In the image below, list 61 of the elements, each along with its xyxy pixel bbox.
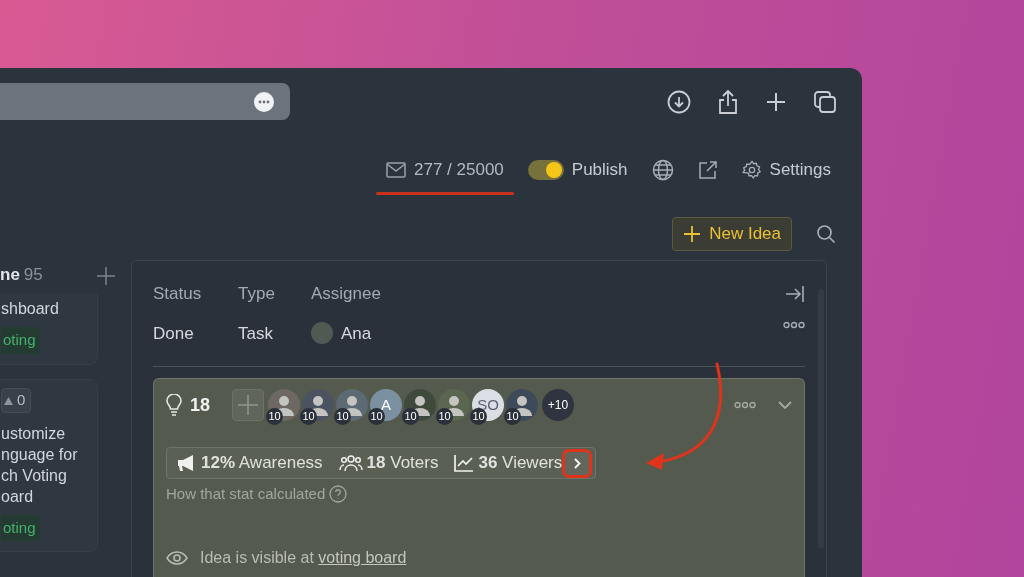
upvote-icon xyxy=(4,396,13,405)
eye-icon xyxy=(166,550,188,565)
vote-badge: 10 xyxy=(436,408,454,425)
lightbulb-icon xyxy=(166,394,182,416)
tabs-icon[interactable] xyxy=(813,89,837,114)
vote-badge: 10 xyxy=(266,408,284,425)
stat-text: 36 Viewers xyxy=(478,452,563,475)
more-icon[interactable] xyxy=(254,91,274,112)
search-icon[interactable] xyxy=(816,224,836,244)
field-label: Status xyxy=(153,283,203,305)
column-count: 95 xyxy=(23,264,43,287)
field-value[interactable]: Ana xyxy=(341,320,372,346)
download-icon[interactable] xyxy=(667,89,691,114)
settings-button[interactable]: Settings xyxy=(741,157,831,183)
new-idea-button[interactable]: New Idea xyxy=(672,217,792,251)
card-title: ustomize nguage for ch Voting oard xyxy=(1,423,79,507)
vote-badge: 10 xyxy=(300,408,318,425)
stat-text: 12% Awareness xyxy=(201,452,323,475)
add-column-icon[interactable] xyxy=(97,267,115,285)
vote-badge: 10 xyxy=(334,408,352,425)
publish-toggle[interactable] xyxy=(527,160,564,180)
status-tag: oting xyxy=(1,327,40,354)
voting-board-link[interactable]: voting board xyxy=(318,548,407,566)
chevron-down-icon[interactable] xyxy=(778,401,792,409)
address-bar[interactable] xyxy=(0,83,290,120)
more-icon[interactable] xyxy=(783,321,805,329)
chart-icon xyxy=(454,454,475,472)
plus-icon xyxy=(238,395,259,415)
gear-icon xyxy=(741,160,762,180)
card-title: shboard xyxy=(1,299,60,319)
visibility-text: Idea is visible at voting board xyxy=(200,547,407,568)
collapse-panel-icon[interactable] xyxy=(785,285,805,303)
stat-text: 18 Voters xyxy=(366,452,439,475)
more-voters-badge[interactable]: +10 xyxy=(542,389,575,421)
vote-counter[interactable]: 0 xyxy=(1,388,32,413)
email-counter: 277 / 25000 xyxy=(414,159,504,182)
field-label: Type xyxy=(238,283,276,305)
field-label: Assignee xyxy=(311,283,382,305)
help-icon[interactable] xyxy=(329,485,348,504)
status-tag: oting xyxy=(1,514,40,542)
plus-icon xyxy=(683,225,702,243)
idea-count: 18 xyxy=(190,393,211,417)
external-link-icon[interactable] xyxy=(697,160,718,180)
people-icon xyxy=(338,454,363,472)
plus-icon[interactable] xyxy=(765,90,787,113)
chevron-right-icon xyxy=(573,457,581,469)
idea-card[interactable]: 0 ustomize nguage for ch Voting oard oting xyxy=(0,378,98,553)
mail-icon xyxy=(386,162,406,178)
vote-badge: 10 xyxy=(504,408,522,425)
field-value: Task xyxy=(238,322,273,345)
idea-card[interactable]: shboard oting xyxy=(0,294,98,365)
next-button[interactable] xyxy=(562,448,593,478)
column-title: ne xyxy=(0,264,20,287)
vote-badge: 10 xyxy=(402,408,420,425)
share-icon[interactable] xyxy=(717,88,739,115)
avatar-icon xyxy=(311,322,333,345)
more-icon[interactable] xyxy=(734,401,756,409)
globe-icon[interactable] xyxy=(651,159,674,181)
field-value: Done xyxy=(153,322,194,345)
publish-label: Publish xyxy=(571,159,628,182)
help-text: How that stat calculated xyxy=(166,484,326,504)
